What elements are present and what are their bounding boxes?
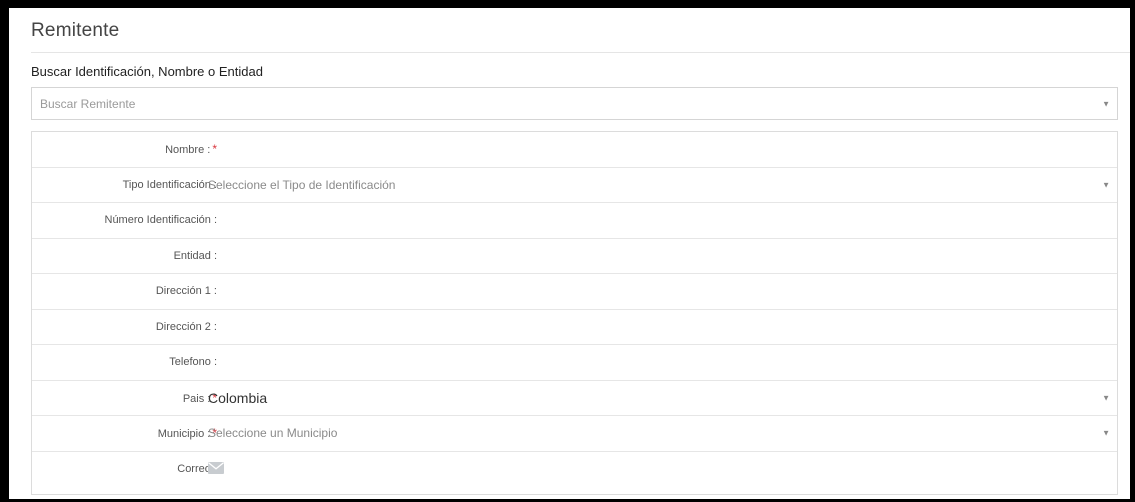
nombre-field-wrap [208,132,1117,167]
form-row-nombre: Nombre : * [32,132,1117,168]
field-label-entidad: Entidad : [173,249,217,262]
form-row-municipio: Municipio : * Seleccione un Municipio ▼ [32,416,1117,452]
chevron-down-icon: ▼ [1102,180,1110,190]
entidad-input[interactable] [208,242,1103,271]
field-label-municipio: Municipio : * [157,426,217,440]
entidad-field-wrap [208,239,1117,274]
tipo-identificacion-placeholder: Seleccione el Tipo de Identificación [208,177,396,192]
correo-field[interactable] [208,452,1117,488]
envelope-icon [208,461,224,474]
field-label-tipo-identificacion: Tipo Identificación : [122,178,217,191]
direccion-2-field-wrap [208,310,1117,345]
form-row-tipo-identificacion: Tipo Identificación : Seleccione el Tipo… [32,168,1117,203]
telefono-field-wrap [208,345,1117,380]
form-row-direccion-1: Dirección 1 : [32,274,1117,310]
title-divider [31,52,1130,53]
numero-identificacion-field-wrap [208,203,1117,238]
pais-select[interactable]: Colombia ▼ [208,381,1117,416]
form-row-telefono: Telefono : [32,345,1117,381]
search-remitente-select[interactable]: Buscar Remitente ▼ [31,87,1118,120]
remitente-form: Nombre : * Tipo Identificación : Seleccio… [31,131,1118,495]
direccion-1-input[interactable] [208,278,1103,306]
nombre-input[interactable] [208,136,1103,164]
form-row-numero-identificacion: Número Identificación : [32,203,1117,239]
form-row-entidad: Entidad : [32,239,1117,274]
numero-identificacion-input[interactable] [208,207,1103,235]
field-label-direccion-2: Dirección 2 : [155,320,217,333]
field-label-direccion-1: Dirección 1 : [155,285,217,297]
field-label-correo: Correo : [177,462,217,475]
field-label-telefono: Telefono : [169,356,217,368]
search-remitente-placeholder: Buscar Remitente [40,97,136,111]
telefono-input[interactable] [208,349,1103,377]
field-label-pais: Pais : * [182,390,217,405]
chevron-down-icon: ▼ [1102,393,1110,403]
section-title: Remitente [31,20,120,41]
field-label-numero-identificacion: Número Identificación : [104,214,218,226]
direccion-1-field-wrap [208,274,1117,309]
tipo-identificacion-select[interactable]: Seleccione el Tipo de Identificación ▼ [208,168,1117,203]
remitente-panel: Remitente Buscar Identificación, Nombre … [9,8,1130,499]
chevron-down-icon: ▼ [1102,99,1110,108]
form-row-correo: Correo : [32,452,1117,488]
chevron-down-icon: ▼ [1102,428,1110,438]
municipio-select[interactable]: Seleccione un Municipio ▼ [208,416,1117,451]
pais-selected-value: Colombia [208,389,268,406]
form-row-pais: Pais : * Colombia ▼ [32,381,1117,416]
municipio-placeholder: Seleccione un Municipio [208,426,338,440]
form-row-direccion-2: Dirección 2 : [32,310,1117,345]
search-label: Buscar Identificación, Nombre o Entidad [31,64,263,79]
field-label-nombre: Nombre : * [165,142,217,156]
direccion-2-input[interactable] [208,313,1103,342]
